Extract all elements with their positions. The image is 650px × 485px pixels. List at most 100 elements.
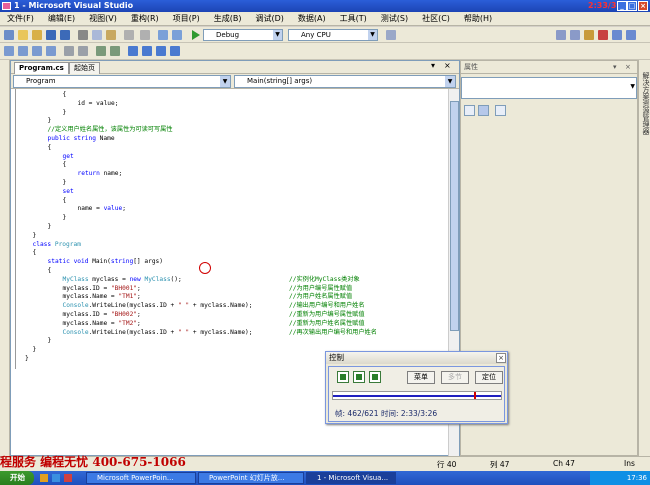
next-bookmark-icon[interactable]: [156, 46, 166, 56]
task-slideshow[interactable]: PowerPoint 幻灯片放...: [198, 472, 304, 484]
start-button[interactable]: 开始: [0, 471, 34, 485]
menu-test[interactable]: 测试(S): [374, 12, 415, 26]
menu-view[interactable]: 视图(V): [82, 12, 124, 26]
object-browser-icon[interactable]: [584, 30, 594, 40]
code-token: MyClass: [144, 275, 171, 283]
media-icon[interactable]: [64, 474, 72, 482]
start-debug-icon[interactable]: [192, 30, 200, 40]
team-explorer-icon[interactable]: [626, 30, 636, 40]
cut-icon[interactable]: [78, 30, 88, 40]
code-token: [] args): [133, 258, 164, 266]
find-icon[interactable]: [386, 30, 396, 40]
locate-button[interactable]: 定位: [475, 371, 503, 384]
menu-community[interactable]: 社区(C): [415, 12, 457, 26]
redo-icon[interactable]: [140, 30, 150, 40]
code-token: Main(: [88, 258, 111, 266]
save-all-icon[interactable]: [60, 30, 70, 40]
close-button[interactable]: ×: [638, 1, 648, 11]
class-select[interactable]: Program ▼: [13, 75, 231, 88]
navigate-back-icon[interactable]: [158, 30, 168, 40]
control-title: 控制: [326, 352, 507, 364]
properties-window-icon[interactable]: [570, 30, 580, 40]
solution-explorer-strip[interactable]: 解决方案资源管理器: [638, 60, 650, 456]
increase-indent-icon[interactable]: [78, 46, 88, 56]
standard-toolbar: Debug ▼ Any CPU ▼: [0, 27, 650, 43]
clear-bookmarks-icon[interactable]: [170, 46, 180, 56]
scroll-thumb[interactable]: [450, 101, 459, 331]
toolbox-icon[interactable]: [598, 30, 608, 40]
menu-tools[interactable]: 工具(T): [333, 12, 374, 26]
previous-icon[interactable]: [337, 371, 349, 383]
tab-start-page[interactable]: 起始页: [69, 62, 100, 74]
close-icon[interactable]: ×: [625, 61, 631, 74]
menu-debug[interactable]: 调试(D): [248, 12, 290, 26]
member-select[interactable]: Main(string[] args) ▼: [234, 75, 456, 88]
pin-icon[interactable]: ▾: [613, 61, 617, 74]
menu-button[interactable]: 菜单: [407, 371, 435, 384]
display-member-list-icon[interactable]: [4, 46, 14, 56]
playback-timeline[interactable]: [332, 391, 502, 400]
solution-platform-select[interactable]: Any CPU ▼: [288, 29, 378, 41]
categorized-icon[interactable]: [464, 105, 475, 116]
object-select[interactable]: ▼: [461, 77, 637, 99]
tab-list-icon[interactable]: ▾: [431, 61, 435, 70]
status-char: Ch 47: [553, 459, 575, 468]
toolbox-strip[interactable]: [0, 60, 10, 456]
new-project-icon[interactable]: [4, 30, 14, 40]
menu-project[interactable]: 项目(P): [166, 12, 207, 26]
uncomment-lines-icon[interactable]: [110, 46, 120, 56]
code-token: {: [32, 249, 37, 257]
solution-explorer-icon[interactable]: [556, 30, 566, 40]
alphabetical-icon[interactable]: [478, 105, 489, 116]
copy-icon[interactable]: [92, 30, 102, 40]
code-line: }: [48, 222, 52, 231]
task-powerpoint[interactable]: Microsoft PowerPoin...: [86, 472, 196, 484]
menu-build[interactable]: 生成(B): [207, 12, 249, 26]
parameter-info-icon[interactable]: [18, 46, 28, 56]
chevron-down-icon: ▼: [368, 30, 377, 40]
add-item-icon[interactable]: [18, 30, 28, 40]
timeline-marker[interactable]: [474, 392, 477, 399]
code-token: new: [129, 275, 145, 283]
close-tab-icon[interactable]: ×: [444, 61, 451, 70]
quick-launch-icon[interactable]: [40, 474, 48, 482]
previous-bookmark-icon[interactable]: [142, 46, 152, 56]
paste-icon[interactable]: [106, 30, 116, 40]
next-icon[interactable]: [369, 371, 381, 383]
start-page-icon[interactable]: [612, 30, 622, 40]
menu-file[interactable]: 文件(F): [0, 12, 41, 26]
tab-program-cs[interactable]: Program.cs: [14, 62, 69, 74]
quick-info-icon[interactable]: [32, 46, 42, 56]
chevron-down-icon: ▼: [220, 76, 230, 87]
toggle-bookmark-icon[interactable]: [128, 46, 138, 56]
time-counter: 2:33/3:26: [400, 409, 438, 418]
save-icon[interactable]: [46, 30, 56, 40]
undo-icon[interactable]: [124, 30, 134, 40]
window-title: 1 - Microsoft Visual Studio: [14, 1, 134, 10]
frame-counter: 462/621: [347, 409, 379, 418]
navigate-forward-icon[interactable]: [172, 30, 182, 40]
comment-lines-icon[interactable]: [96, 46, 106, 56]
close-icon[interactable]: ×: [496, 353, 506, 363]
decrease-indent-icon[interactable]: [64, 46, 74, 56]
menu-refactor[interactable]: 重构(R): [124, 12, 166, 26]
code-token: "TM2": [118, 319, 138, 327]
outline-margin: [15, 89, 16, 369]
menu-data[interactable]: 数据(A): [291, 12, 333, 26]
ie-icon[interactable]: [52, 474, 60, 482]
task-visual-studio[interactable]: 1 - Microsoft Visua...: [306, 472, 396, 484]
chevron-down-icon: ▼: [445, 76, 455, 87]
maximize-button[interactable]: □: [627, 1, 637, 11]
minimize-button[interactable]: _: [617, 1, 627, 11]
pause-icon[interactable]: [353, 371, 365, 383]
code-token: "BH002": [110, 311, 138, 318]
solution-config-select[interactable]: Debug ▼: [203, 29, 283, 41]
code-token: Console: [62, 302, 89, 310]
open-file-icon[interactable]: [32, 30, 42, 40]
code-token: }: [32, 231, 37, 239]
property-pages-icon[interactable]: [495, 105, 506, 116]
section-button[interactable]: 多节: [441, 371, 469, 384]
menu-edit[interactable]: 编辑(E): [41, 12, 82, 26]
word-completion-icon[interactable]: [46, 46, 56, 56]
menu-help[interactable]: 帮助(H): [457, 12, 499, 26]
